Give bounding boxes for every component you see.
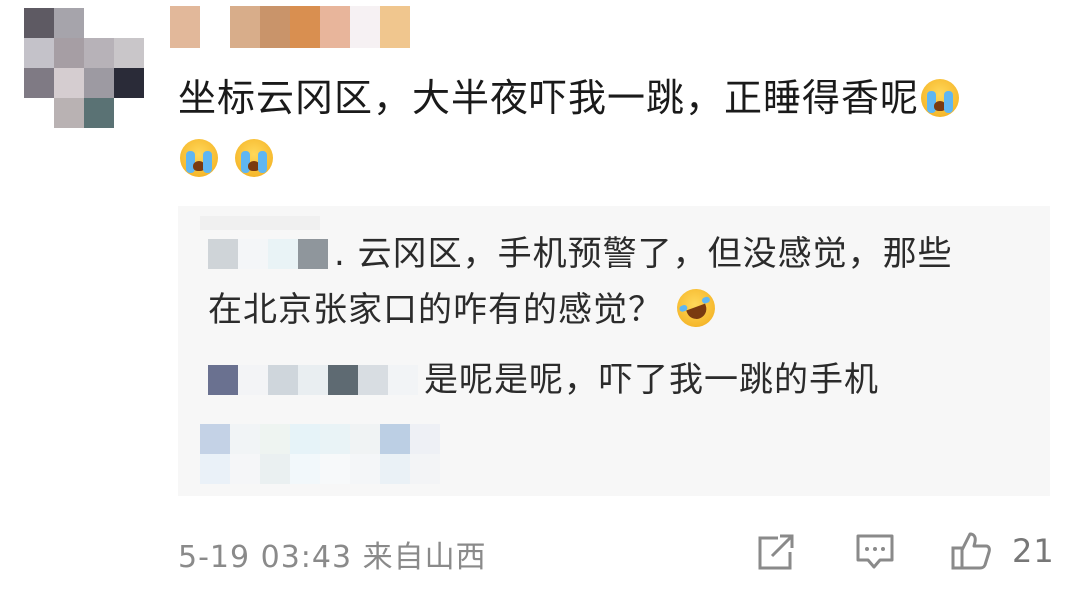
reply-item[interactable]: 是呢是呢，吓了我一跳的手机 [208,352,1038,408]
laughing-crying-emoji [671,283,721,333]
crying-face-emoji [180,139,218,177]
replies-panel[interactable]: . 云冈区，手机预警了，但没感觉，那些 在北京张家口的咋有的感觉？ 是呢是呢，吓… [178,206,1050,496]
location: 来自山西 [362,540,487,575]
share-icon[interactable] [756,530,798,572]
reply-text: 是呢是呢，吓了我一跳的手机 [424,360,879,400]
comment-footer: 5-19 03:43 来自山西 21 [178,526,1058,576]
comment-icon[interactable] [854,530,896,572]
reply-username[interactable] [208,365,418,395]
username[interactable] [170,0,420,50]
reply-text-line2: 在北京张家口的咋有的感觉？ [208,290,663,330]
more-replies-blurred[interactable] [200,424,440,484]
comment-body: 坐标云冈区，大半夜吓我一跳，正睡得香呢 [178,76,920,120]
crying-face-emoji [235,139,274,177]
crying-face-emoji [921,79,960,117]
timestamp: 5-19 03:43 [178,540,353,575]
reply-username[interactable] [208,239,328,269]
avatar[interactable] [24,8,144,128]
like-icon[interactable] [950,530,992,572]
comment-text: 坐标云冈区，大半夜吓我一跳，正睡得香呢 [178,68,1058,188]
reply-text: . 云冈区，手机预警了，但没感觉，那些 [334,234,953,274]
reply-item[interactable]: . 云冈区，手机预警了，但没感觉，那些 在北京张家口的咋有的感觉？ [208,226,1038,338]
like-count: 21 [1012,532,1055,570]
